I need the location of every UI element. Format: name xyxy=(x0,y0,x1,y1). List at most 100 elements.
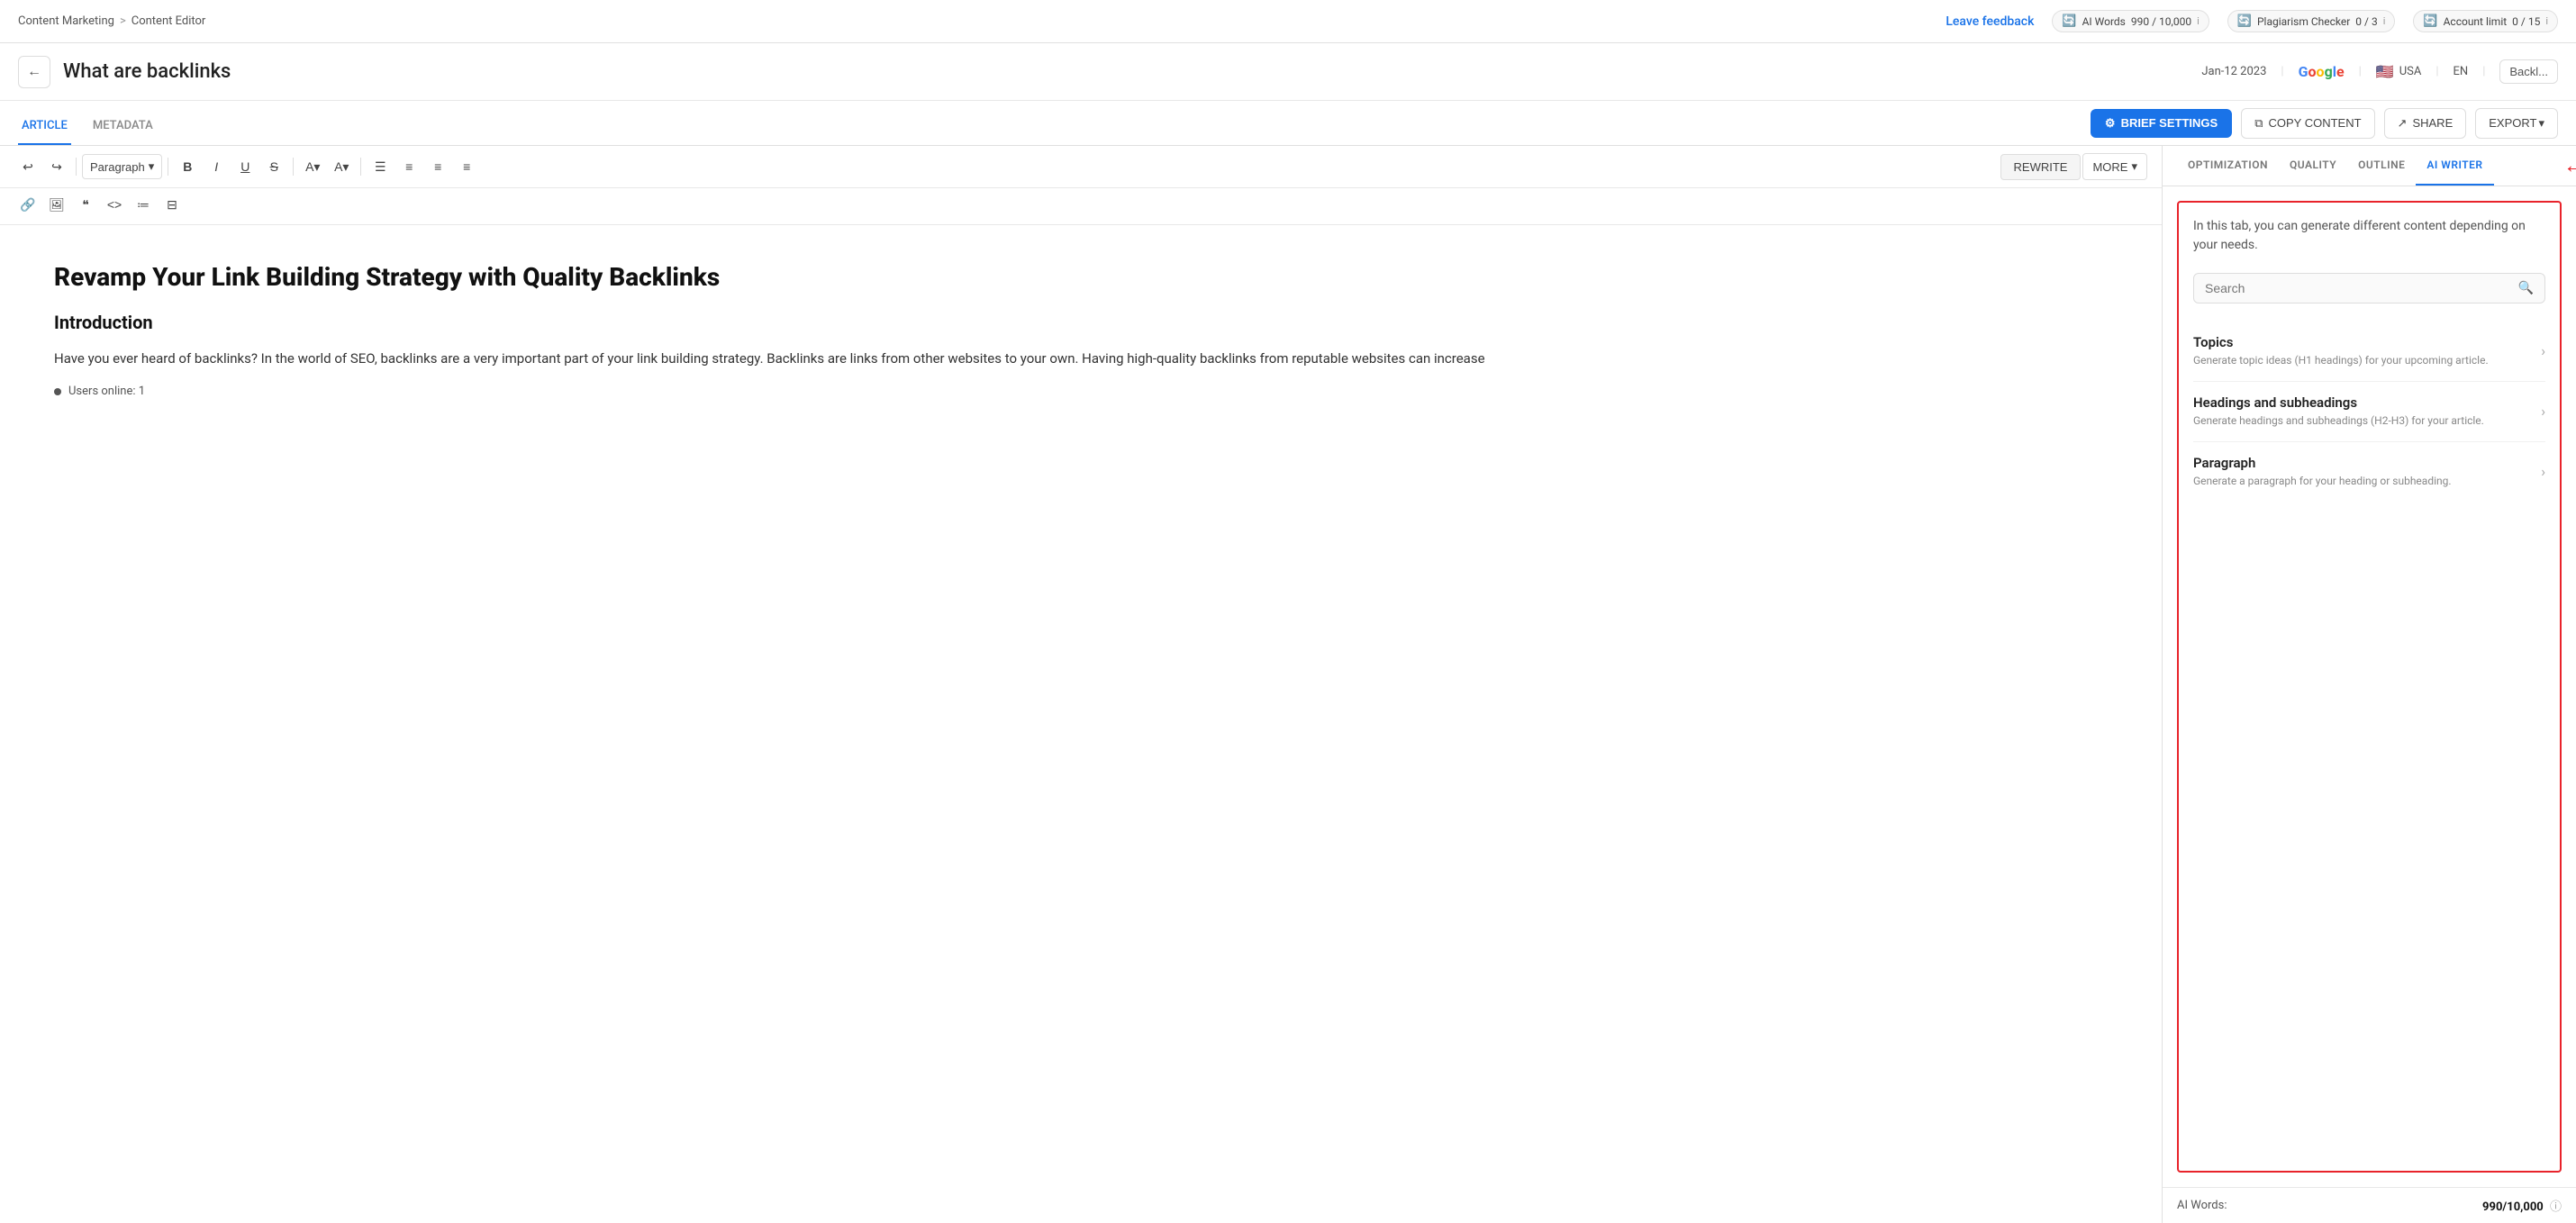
paragraph-title: Paragraph xyxy=(2193,455,2541,471)
topics-title: Topics xyxy=(2193,334,2541,350)
editor-header-left: ← What are backlinks xyxy=(18,56,231,88)
paragraph-description: Generate a paragraph for your heading or… xyxy=(2193,474,2541,489)
underline-button[interactable]: U xyxy=(231,154,259,179)
leave-feedback-link[interactable]: Leave feedback xyxy=(1946,14,2034,29)
ai-words-footer-count: 990/10,000 xyxy=(2482,1200,2544,1214)
paragraph-style-dropdown[interactable]: Paragraph ▾ xyxy=(82,154,162,179)
plagiarism-value: 0 / 3 xyxy=(2355,15,2377,28)
justify-button[interactable]: ≡ xyxy=(453,154,480,179)
ai-writer-search-box[interactable]: 🔍 xyxy=(2193,273,2545,303)
paragraph-item[interactable]: Paragraph Generate a paragraph for your … xyxy=(2193,442,2545,502)
breadcrumb-home[interactable]: Content Marketing xyxy=(18,14,114,28)
redo-button[interactable]: ↪ xyxy=(43,154,70,179)
account-info[interactable]: i xyxy=(2545,15,2548,27)
search-icon: 🔍 xyxy=(2518,281,2534,295)
plagiarism-label: Plagiarism Checker xyxy=(2257,15,2350,28)
strikethrough-button[interactable]: S xyxy=(260,154,287,179)
editor-header-right: Jan-12 2023 | Google | 🇺🇸 USA | EN | Bac… xyxy=(2201,59,2558,84)
users-online-indicator: Users online: 1 xyxy=(54,385,2108,398)
toolbar-separator-3 xyxy=(293,158,294,176)
ai-writer-description: In this tab, you can generate different … xyxy=(2193,217,2545,255)
tab-ai-writer[interactable]: AI WRITER xyxy=(2416,146,2493,186)
more-button[interactable]: MORE ▾ xyxy=(2082,153,2147,180)
toolbar-separator xyxy=(76,158,77,176)
ai-words-footer: AI Words: 990/10,000 ⓘ xyxy=(2163,1187,2576,1223)
plagiarism-icon: 🔄 xyxy=(2237,14,2252,28)
brief-settings-button[interactable]: ⚙ BRIEF SETTINGS xyxy=(2091,109,2232,138)
text-color-button[interactable]: A▾ xyxy=(328,154,355,179)
backlinks-button[interactable]: Backl... xyxy=(2499,59,2558,84)
chevron-down-icon: ▾ xyxy=(149,159,155,174)
chevron-right-icon-3: › xyxy=(2541,463,2545,480)
account-value: 0 / 15 xyxy=(2512,15,2540,28)
highlight-color-button[interactable]: A▾ xyxy=(299,154,326,179)
undo-button[interactable]: ↩ xyxy=(14,154,41,179)
country-label: USA xyxy=(2399,65,2422,78)
breadcrumb: Content Marketing > Content Editor xyxy=(18,14,205,28)
document-title: What are backlinks xyxy=(63,60,231,83)
rewrite-button[interactable]: REWRITE xyxy=(2000,154,2082,180)
plagiarism-info[interactable]: i xyxy=(2383,15,2386,27)
numbered-list-button[interactable]: ⊟ xyxy=(159,192,186,217)
top-nav: Content Marketing > Content Editor Leave… xyxy=(0,0,2576,43)
flag-icon: 🇺🇸 xyxy=(2376,63,2394,80)
ai-words-value: 990 / 10,000 xyxy=(2131,15,2191,28)
country-meta: 🇺🇸 USA xyxy=(2376,63,2422,80)
toolbar-separator-4 xyxy=(360,158,361,176)
copy-content-button[interactable]: ⧉ COPY CONTENT xyxy=(2241,108,2374,139)
editor-pane: ↩ ↪ Paragraph ▾ B I U S A▾ A▾ ☰ ≡ ≡ ≡ RE… xyxy=(0,146,2162,1223)
editor-content[interactable]: Revamp Your Link Building Strategy with … xyxy=(0,225,2162,1223)
main-area: ↩ ↪ Paragraph ▾ B I U S A▾ A▾ ☰ ≡ ≡ ≡ RE… xyxy=(0,146,2576,1223)
bullet-list-button[interactable]: ≔ xyxy=(130,192,157,217)
italic-button[interactable]: I xyxy=(203,154,230,179)
gear-icon: ⚙ xyxy=(2105,116,2116,131)
ai-words-badge: 🔄 AI Words 990 / 10,000 i xyxy=(2052,10,2209,32)
link-button[interactable]: 🔗 xyxy=(14,192,41,217)
breadcrumb-separator: > xyxy=(120,14,126,28)
tab-outline[interactable]: OUTLINE xyxy=(2347,146,2416,186)
share-icon: ↗ xyxy=(2398,116,2408,131)
editor-tabs: ARTICLE METADATA xyxy=(18,101,157,145)
tab-metadata[interactable]: METADATA xyxy=(89,101,157,145)
topics-item[interactable]: Topics Generate topic ideas (H1 headings… xyxy=(2193,322,2545,382)
tab-optimization[interactable]: OPTIMIZATION xyxy=(2177,146,2279,186)
right-panel-tabs: OPTIMIZATION QUALITY OUTLINE AI WRITER ← xyxy=(2163,146,2576,186)
top-nav-right: Leave feedback 🔄 AI Words 990 / 10,000 i… xyxy=(1946,10,2558,32)
quote-button[interactable]: ❝ xyxy=(72,192,99,217)
tab-quality[interactable]: QUALITY xyxy=(2279,146,2347,186)
chevron-down-icon-more: ▾ xyxy=(2131,159,2137,174)
headings-title: Headings and subheadings xyxy=(2193,394,2541,411)
share-button[interactable]: ↗ SHARE xyxy=(2384,108,2467,139)
chevron-right-icon: › xyxy=(2541,342,2545,359)
account-limit-badge: 🔄 Account limit 0 / 15 i xyxy=(2413,10,2558,32)
align-right-button[interactable]: ≡ xyxy=(424,154,451,179)
back-button[interactable]: ← xyxy=(18,56,50,88)
search-engine-meta: Google xyxy=(2299,63,2345,80)
article-heading: Revamp Your Link Building Strategy with … xyxy=(54,261,2108,294)
tab-article[interactable]: ARTICLE xyxy=(18,101,71,145)
format-toolbar-row2: 🔗 🖼 ❝ <> ≔ ⊟ xyxy=(0,188,2162,225)
ai-words-info[interactable]: i xyxy=(2197,15,2200,27)
arrow-pointer-icon: ← xyxy=(2563,153,2576,179)
topics-info: Topics Generate topic ideas (H1 headings… xyxy=(2193,334,2541,368)
ai-words-footer-label: AI Words: xyxy=(2177,1199,2227,1212)
align-left-button[interactable]: ☰ xyxy=(367,154,394,179)
document-date: Jan-12 2023 xyxy=(2201,65,2266,78)
plagiarism-badge: 🔄 Plagiarism Checker 0 / 3 i xyxy=(2227,10,2396,32)
account-icon: 🔄 xyxy=(2423,14,2437,28)
right-panel: OPTIMIZATION QUALITY OUTLINE AI WRITER ←… xyxy=(2162,146,2576,1223)
ai-words-icon: 🔄 xyxy=(2062,14,2076,28)
image-button[interactable]: 🖼 xyxy=(43,192,70,217)
paragraph-info: Paragraph Generate a paragraph for your … xyxy=(2193,455,2541,489)
export-button[interactable]: EXPORT ▾ xyxy=(2475,108,2558,139)
headings-item[interactable]: Headings and subheadings Generate headin… xyxy=(2193,382,2545,442)
code-button[interactable]: <> xyxy=(101,192,128,217)
bold-button[interactable]: B xyxy=(174,154,201,179)
ai-writer-search-input[interactable] xyxy=(2205,281,2511,295)
ai-words-footer-right: 990/10,000 ⓘ xyxy=(2482,1197,2562,1214)
toolbar-actions: ⚙ BRIEF SETTINGS ⧉ COPY CONTENT ↗ SHARE … xyxy=(2091,108,2558,139)
topics-description: Generate topic ideas (H1 headings) for y… xyxy=(2193,353,2541,368)
align-center-button[interactable]: ≡ xyxy=(395,154,422,179)
ai-words-label: AI Words xyxy=(2082,15,2126,28)
ai-info-icon[interactable]: ⓘ xyxy=(2550,1200,2562,1214)
